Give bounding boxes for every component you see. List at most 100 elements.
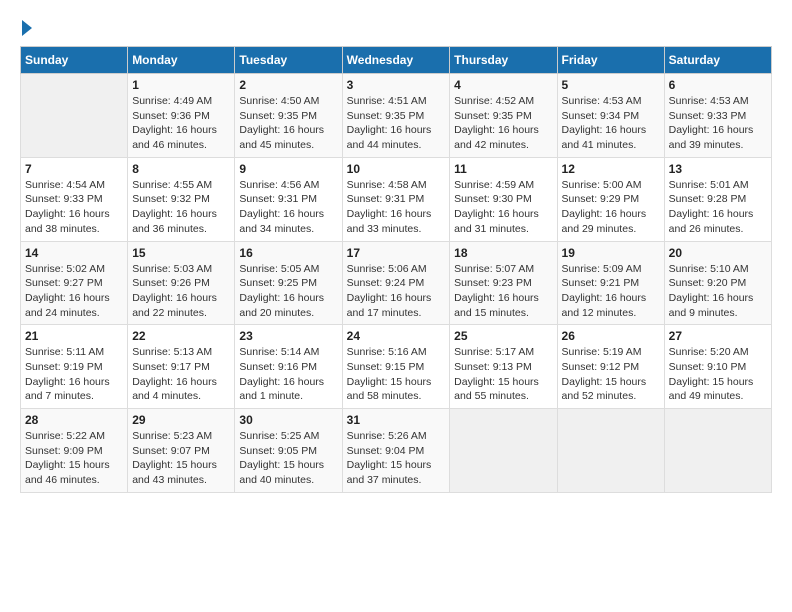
- logo: [20, 20, 32, 36]
- calendar-cell: 6 Sunrise: 4:53 AMSunset: 9:33 PMDayligh…: [664, 74, 771, 158]
- calendar-header-row: SundayMondayTuesdayWednesdayThursdayFrid…: [21, 47, 772, 74]
- day-number: 10: [347, 162, 446, 176]
- calendar-cell: 4 Sunrise: 4:52 AMSunset: 9:35 PMDayligh…: [450, 74, 557, 158]
- day-info: Sunrise: 4:56 AMSunset: 9:31 PMDaylight:…: [239, 178, 337, 237]
- day-info: Sunrise: 5:11 AMSunset: 9:19 PMDaylight:…: [25, 345, 123, 404]
- day-number: 25: [454, 329, 552, 343]
- day-info: Sunrise: 4:51 AMSunset: 9:35 PMDaylight:…: [347, 94, 446, 153]
- day-number: 28: [25, 413, 123, 427]
- calendar-cell: 23 Sunrise: 5:14 AMSunset: 9:16 PMDaylig…: [235, 325, 342, 409]
- day-number: 11: [454, 162, 552, 176]
- calendar-cell: 8 Sunrise: 4:55 AMSunset: 9:32 PMDayligh…: [128, 157, 235, 241]
- day-info: Sunrise: 4:58 AMSunset: 9:31 PMDaylight:…: [347, 178, 446, 237]
- day-number: 24: [347, 329, 446, 343]
- day-info: Sunrise: 4:55 AMSunset: 9:32 PMDaylight:…: [132, 178, 230, 237]
- calendar-cell: 18 Sunrise: 5:07 AMSunset: 9:23 PMDaylig…: [450, 241, 557, 325]
- column-header-monday: Monday: [128, 47, 235, 74]
- column-header-wednesday: Wednesday: [342, 47, 450, 74]
- logo-arrow-icon: [22, 20, 32, 36]
- calendar-cell: 9 Sunrise: 4:56 AMSunset: 9:31 PMDayligh…: [235, 157, 342, 241]
- day-number: 7: [25, 162, 123, 176]
- day-number: 20: [669, 246, 767, 260]
- day-info: Sunrise: 5:17 AMSunset: 9:13 PMDaylight:…: [454, 345, 552, 404]
- day-info: Sunrise: 5:01 AMSunset: 9:28 PMDaylight:…: [669, 178, 767, 237]
- calendar-cell: 17 Sunrise: 5:06 AMSunset: 9:24 PMDaylig…: [342, 241, 450, 325]
- day-number: 12: [562, 162, 660, 176]
- day-number: 26: [562, 329, 660, 343]
- day-number: 14: [25, 246, 123, 260]
- calendar-week-row: 21 Sunrise: 5:11 AMSunset: 9:19 PMDaylig…: [21, 325, 772, 409]
- day-info: Sunrise: 5:23 AMSunset: 9:07 PMDaylight:…: [132, 429, 230, 488]
- day-info: Sunrise: 5:10 AMSunset: 9:20 PMDaylight:…: [669, 262, 767, 321]
- calendar-cell: 5 Sunrise: 4:53 AMSunset: 9:34 PMDayligh…: [557, 74, 664, 158]
- day-info: Sunrise: 5:03 AMSunset: 9:26 PMDaylight:…: [132, 262, 230, 321]
- day-number: 30: [239, 413, 337, 427]
- calendar-cell: 15 Sunrise: 5:03 AMSunset: 9:26 PMDaylig…: [128, 241, 235, 325]
- day-info: Sunrise: 5:16 AMSunset: 9:15 PMDaylight:…: [347, 345, 446, 404]
- day-info: Sunrise: 5:22 AMSunset: 9:09 PMDaylight:…: [25, 429, 123, 488]
- calendar-cell: 21 Sunrise: 5:11 AMSunset: 9:19 PMDaylig…: [21, 325, 128, 409]
- calendar-week-row: 7 Sunrise: 4:54 AMSunset: 9:33 PMDayligh…: [21, 157, 772, 241]
- day-number: 3: [347, 78, 446, 92]
- day-number: 6: [669, 78, 767, 92]
- calendar-cell: 20 Sunrise: 5:10 AMSunset: 9:20 PMDaylig…: [664, 241, 771, 325]
- column-header-tuesday: Tuesday: [235, 47, 342, 74]
- day-info: Sunrise: 5:07 AMSunset: 9:23 PMDaylight:…: [454, 262, 552, 321]
- day-number: 4: [454, 78, 552, 92]
- calendar-cell: 12 Sunrise: 5:00 AMSunset: 9:29 PMDaylig…: [557, 157, 664, 241]
- day-info: Sunrise: 5:13 AMSunset: 9:17 PMDaylight:…: [132, 345, 230, 404]
- calendar-week-row: 1 Sunrise: 4:49 AMSunset: 9:36 PMDayligh…: [21, 74, 772, 158]
- day-number: 22: [132, 329, 230, 343]
- calendar-cell: 7 Sunrise: 4:54 AMSunset: 9:33 PMDayligh…: [21, 157, 128, 241]
- calendar-cell: 11 Sunrise: 4:59 AMSunset: 9:30 PMDaylig…: [450, 157, 557, 241]
- calendar-cell: 10 Sunrise: 4:58 AMSunset: 9:31 PMDaylig…: [342, 157, 450, 241]
- calendar-cell: 1 Sunrise: 4:49 AMSunset: 9:36 PMDayligh…: [128, 74, 235, 158]
- day-number: 18: [454, 246, 552, 260]
- calendar-cell: 25 Sunrise: 5:17 AMSunset: 9:13 PMDaylig…: [450, 325, 557, 409]
- calendar-cell: 3 Sunrise: 4:51 AMSunset: 9:35 PMDayligh…: [342, 74, 450, 158]
- day-number: 8: [132, 162, 230, 176]
- calendar-table: SundayMondayTuesdayWednesdayThursdayFrid…: [20, 46, 772, 493]
- day-number: 2: [239, 78, 337, 92]
- column-header-thursday: Thursday: [450, 47, 557, 74]
- day-number: 9: [239, 162, 337, 176]
- day-info: Sunrise: 4:53 AMSunset: 9:34 PMDaylight:…: [562, 94, 660, 153]
- calendar-cell: 27 Sunrise: 5:20 AMSunset: 9:10 PMDaylig…: [664, 325, 771, 409]
- column-header-friday: Friday: [557, 47, 664, 74]
- day-number: 19: [562, 246, 660, 260]
- day-info: Sunrise: 4:52 AMSunset: 9:35 PMDaylight:…: [454, 94, 552, 153]
- calendar-cell: 31 Sunrise: 5:26 AMSunset: 9:04 PMDaylig…: [342, 409, 450, 493]
- day-info: Sunrise: 4:50 AMSunset: 9:35 PMDaylight:…: [239, 94, 337, 153]
- calendar-cell: 19 Sunrise: 5:09 AMSunset: 9:21 PMDaylig…: [557, 241, 664, 325]
- day-info: Sunrise: 5:02 AMSunset: 9:27 PMDaylight:…: [25, 262, 123, 321]
- day-number: 5: [562, 78, 660, 92]
- day-info: Sunrise: 5:00 AMSunset: 9:29 PMDaylight:…: [562, 178, 660, 237]
- day-info: Sunrise: 4:53 AMSunset: 9:33 PMDaylight:…: [669, 94, 767, 153]
- day-info: Sunrise: 5:19 AMSunset: 9:12 PMDaylight:…: [562, 345, 660, 404]
- day-info: Sunrise: 5:26 AMSunset: 9:04 PMDaylight:…: [347, 429, 446, 488]
- column-header-saturday: Saturday: [664, 47, 771, 74]
- day-info: Sunrise: 5:14 AMSunset: 9:16 PMDaylight:…: [239, 345, 337, 404]
- day-info: Sunrise: 5:20 AMSunset: 9:10 PMDaylight:…: [669, 345, 767, 404]
- calendar-cell: 24 Sunrise: 5:16 AMSunset: 9:15 PMDaylig…: [342, 325, 450, 409]
- calendar-cell: 28 Sunrise: 5:22 AMSunset: 9:09 PMDaylig…: [21, 409, 128, 493]
- day-number: 1: [132, 78, 230, 92]
- page-header: [20, 20, 772, 36]
- day-info: Sunrise: 5:06 AMSunset: 9:24 PMDaylight:…: [347, 262, 446, 321]
- calendar-cell: [664, 409, 771, 493]
- day-number: 21: [25, 329, 123, 343]
- day-info: Sunrise: 4:59 AMSunset: 9:30 PMDaylight:…: [454, 178, 552, 237]
- calendar-cell: 2 Sunrise: 4:50 AMSunset: 9:35 PMDayligh…: [235, 74, 342, 158]
- calendar-week-row: 28 Sunrise: 5:22 AMSunset: 9:09 PMDaylig…: [21, 409, 772, 493]
- day-info: Sunrise: 5:09 AMSunset: 9:21 PMDaylight:…: [562, 262, 660, 321]
- day-number: 17: [347, 246, 446, 260]
- day-info: Sunrise: 5:05 AMSunset: 9:25 PMDaylight:…: [239, 262, 337, 321]
- calendar-cell: 13 Sunrise: 5:01 AMSunset: 9:28 PMDaylig…: [664, 157, 771, 241]
- day-number: 29: [132, 413, 230, 427]
- calendar-cell: 29 Sunrise: 5:23 AMSunset: 9:07 PMDaylig…: [128, 409, 235, 493]
- day-info: Sunrise: 4:49 AMSunset: 9:36 PMDaylight:…: [132, 94, 230, 153]
- calendar-cell: [450, 409, 557, 493]
- calendar-week-row: 14 Sunrise: 5:02 AMSunset: 9:27 PMDaylig…: [21, 241, 772, 325]
- calendar-cell: [557, 409, 664, 493]
- day-info: Sunrise: 5:25 AMSunset: 9:05 PMDaylight:…: [239, 429, 337, 488]
